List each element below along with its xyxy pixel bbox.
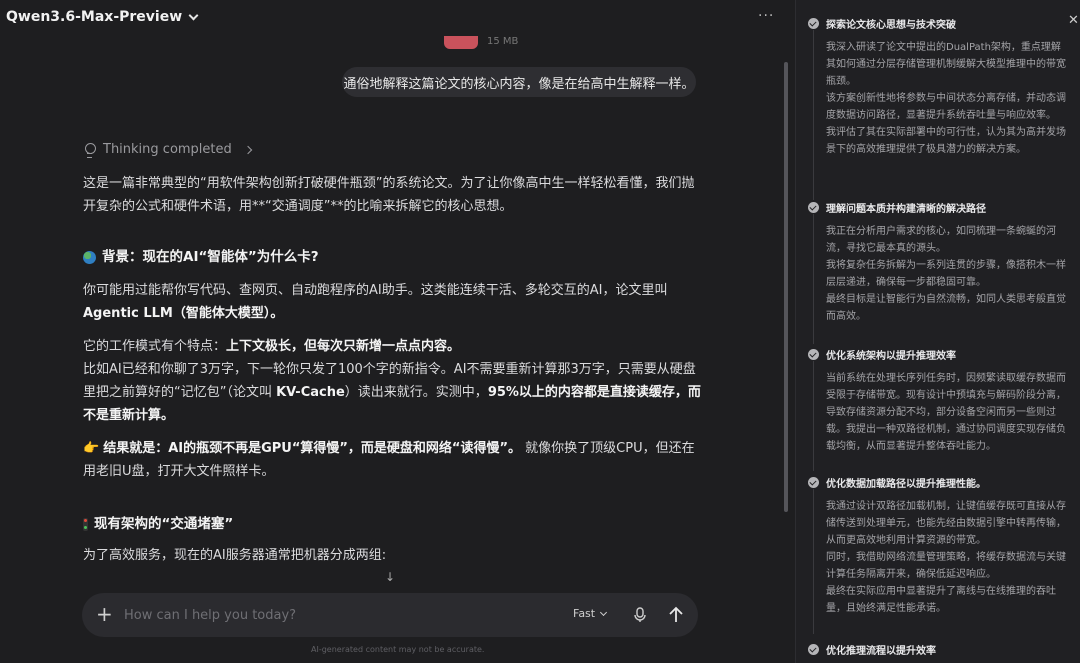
chat-composer: + Fast xyxy=(82,593,698,637)
paragraph-feature: 它的工作模式有个特点：上下文极长，但每次只新增一点点内容。 xyxy=(83,339,461,354)
traffic-light-icon xyxy=(83,518,88,531)
chevron-right-icon xyxy=(243,145,253,154)
microphone-icon[interactable] xyxy=(631,606,649,624)
step-text: 该方案创新性地将参数与中间状态分离存储，并动态调度数据访问路径，显著提升系统吞吐… xyxy=(826,93,1066,121)
thinking-label: Thinking completed xyxy=(103,142,232,157)
thinking-step: 理解问题本质并构建清晰的解决路径 我正在分析用户需求的核心，如同梳理一条蜿蜒的河… xyxy=(808,200,1070,325)
paragraph-result: 👉 结果就是：AI的瓶颈不再是GPU“算得慢”，而是硬盘和网络“读得慢”。 就像你… xyxy=(83,437,703,483)
section-heading-background: 背景：现在的AI“智能体”为什么卡? xyxy=(83,246,703,269)
step-text: 我通过设计双路径加载机制，让键值缓存既可直接从存储传送到处理单元，也能先经由数据… xyxy=(826,501,1066,546)
mode-selector[interactable]: Fast xyxy=(573,607,608,620)
thinking-step: 探索论文核心思想与技术突破 我深入研读了论文中提出的DualPath架构，重点理… xyxy=(808,16,1070,158)
chat-scrollbar[interactable] xyxy=(784,62,788,512)
check-circle-icon xyxy=(808,349,819,360)
step-text: 同时，我借助网络流量管理策略，将缓存数据流与关键计算任务隔离开来，确保低延迟响应… xyxy=(826,552,1066,580)
step-text: 我正在分析用户需求的核心，如同梳理一条蜿蜒的河流，寻找它最本真的源头。 xyxy=(826,226,1056,254)
attachment-thumbnail[interactable] xyxy=(444,36,478,49)
add-attachment-button[interactable]: + xyxy=(96,603,113,625)
step-text: 最终在实际应用中显著提升了离线与在线推理的吞吐量，且始终满足性能承诺。 xyxy=(826,586,1056,614)
response-intro: 这是一篇非常典型的“用软件架构创新打破硬件瓶颈”的系统论文。为了让你像高中生一样… xyxy=(83,176,695,214)
check-circle-icon xyxy=(808,18,819,29)
step-text: 当前系统在处理长序列任务时，因频繁读取缓存数据而受限于存储带宽。现有设计中预填充… xyxy=(826,373,1066,452)
check-circle-icon xyxy=(808,644,819,655)
step-title: 优化系统架构以提升推理效率 xyxy=(826,351,956,362)
user-message-text: 通俗地解释这篇论文的核心内容，像是在给高中生解释一样。 xyxy=(343,76,695,92)
user-message-bubble: 通俗地解释这篇论文的核心内容，像是在给高中生解释一样。 xyxy=(342,67,696,97)
thinking-step: 优化数据加载路径以提升推理性能。 我通过设计双路径加载机制，让键值缓存既可直接从… xyxy=(808,475,1070,617)
thinking-step: 优化系统架构以提升推理效率 当前系统在处理长序列任务时，因频繁读取缓存数据而受限… xyxy=(808,347,1070,455)
step-title: 优化推理流程以提升效率 xyxy=(826,646,936,657)
thinking-step: 优化推理流程以提升效率 xyxy=(808,642,1070,657)
lightbulb-icon xyxy=(84,142,96,158)
pointing-hand-icon: 👉 xyxy=(83,441,100,456)
chevron-down-icon xyxy=(188,10,199,20)
paragraph-agentic: 你可能用过能帮你写代码、查网页、自动跑程序的AI助手。这类能连续干活、多轮交互的… xyxy=(83,283,668,321)
step-title: 探索论文核心思想与技术突破 xyxy=(826,20,956,31)
step-text: 最终目标是让智能行为自然流畅，如同人类思考般直觉而高效。 xyxy=(826,294,1066,322)
paragraph-servers: 为了高效服务，现在的AI服务器通常把机器分成两组: xyxy=(83,548,387,563)
step-text: 我深入研读了论文中提出的DualPath架构，重点理解其如何通过分层存储管理机制… xyxy=(826,42,1066,87)
more-options-button[interactable]: ··· xyxy=(758,8,774,24)
step-text: 我评估了其在实际部署中的可行性，认为其为高并发场景下的高效推理提供了极具潜力的解… xyxy=(826,127,1066,155)
globe-icon xyxy=(83,251,96,264)
step-text: 我将复杂任务拆解为一系列连贯的步骤，像搭积木一样层层递进，确保每一步都稳固可靠。 xyxy=(826,260,1066,288)
send-arrow-icon[interactable] xyxy=(665,604,687,626)
model-selector[interactable]: Qwen3.6-Max-Preview xyxy=(6,9,199,25)
thinking-toggle[interactable]: Thinking completed xyxy=(84,142,253,158)
model-name: Qwen3.6-Max-Preview xyxy=(6,9,183,25)
check-circle-icon xyxy=(808,477,819,488)
assistant-response: 这是一篇非常典型的“用软件架构创新打破硬件瓶颈”的系统论文。为了让你像高中生一样… xyxy=(83,172,703,567)
scroll-down-arrow-icon[interactable]: ↓ xyxy=(385,570,395,584)
step-title: 理解问题本质并构建清晰的解决路径 xyxy=(826,204,986,215)
chat-main: Qwen3.6-Max-Preview ··· 15 MB 通俗地解释这篇论文的… xyxy=(0,0,795,663)
section-heading-traffic: 现有架构的“交通堵塞” xyxy=(83,513,703,536)
thinking-panel: ✕ 探索论文核心思想与技术突破 我深入研读了论文中提出的DualPath架构，重… xyxy=(796,0,1080,663)
paragraph-kvcache: 比如AI已经和你聊了3万字，下一轮你只发了100个字的新指令。AI不需要重新计算… xyxy=(83,362,701,423)
chat-input[interactable] xyxy=(124,604,484,626)
attachment-size: 15 MB xyxy=(487,36,519,47)
chevron-down-icon xyxy=(600,608,608,616)
step-title: 优化数据加载路径以提升推理性能。 xyxy=(826,479,986,490)
check-circle-icon xyxy=(808,202,819,213)
disclaimer-text: AI-generated content may not be accurate… xyxy=(311,645,485,654)
